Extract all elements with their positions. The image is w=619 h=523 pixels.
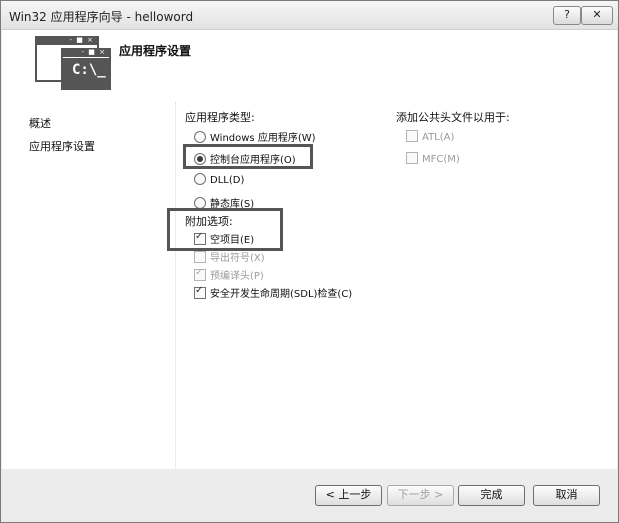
checkbox-icon	[194, 251, 206, 263]
checkbox-icon	[406, 152, 418, 164]
console-window-icon: - ■ × C:\_	[61, 48, 111, 90]
sidebar-item-overview[interactable]: 概述	[29, 115, 51, 131]
finish-button[interactable]: 完成	[458, 485, 525, 506]
wizard-footer: < 上一步 下一步 > 完成 取消	[2, 469, 617, 522]
sidebar-item-app-settings[interactable]: 应用程序设置	[29, 138, 95, 154]
checkbox-checked-icon	[194, 285, 206, 299]
radio-icon	[194, 173, 206, 185]
window-title: Win32 应用程序向导 - helloword	[9, 10, 194, 24]
help-button[interactable]: ?	[553, 6, 581, 25]
checkbox-checked-icon	[194, 267, 206, 281]
checkbox-icon	[406, 130, 418, 142]
app-type-label: 应用程序类型:	[185, 111, 255, 124]
highlight-box-console	[183, 144, 313, 169]
title-bar: Win32 应用程序向导 - helloword ? ✕	[1, 1, 618, 30]
cancel-button[interactable]: 取消	[533, 485, 600, 506]
wizard-window: Win32 应用程序向导 - helloword ? ✕ - ■ × - ■ ×…	[0, 0, 619, 523]
check-mfc: MFC(M)	[406, 152, 460, 165]
check-sdl[interactable]: 安全开发生命周期(SDL)检查(C)	[194, 285, 352, 300]
settings-panel: 应用程序类型: Windows 应用程序(W) 控制台应用程序(O) DLL(D…	[167, 102, 617, 469]
highlight-box-extra-options	[167, 208, 283, 251]
wizard-sidebar: 概述 应用程序设置	[2, 102, 175, 469]
wizard-header: - ■ × - ■ × C:\_ 应用程序设置	[2, 30, 617, 103]
radio-dll[interactable]: DLL(D)	[194, 173, 244, 186]
check-export-symbols: 导出符号(X)	[194, 249, 265, 264]
radio-icon	[194, 131, 206, 143]
check-atl: ATL(A)	[406, 130, 454, 143]
radio-windows-app[interactable]: Windows 应用程序(W)	[194, 129, 316, 144]
common-headers-label: 添加公共头文件以用于:	[396, 111, 510, 124]
close-button[interactable]: ✕	[581, 6, 613, 25]
check-precompiled-header: 预编译头(P)	[194, 267, 264, 282]
next-button: 下一步 >	[387, 485, 454, 506]
page-title: 应用程序设置	[119, 44, 192, 58]
back-button[interactable]: < 上一步	[315, 485, 382, 506]
